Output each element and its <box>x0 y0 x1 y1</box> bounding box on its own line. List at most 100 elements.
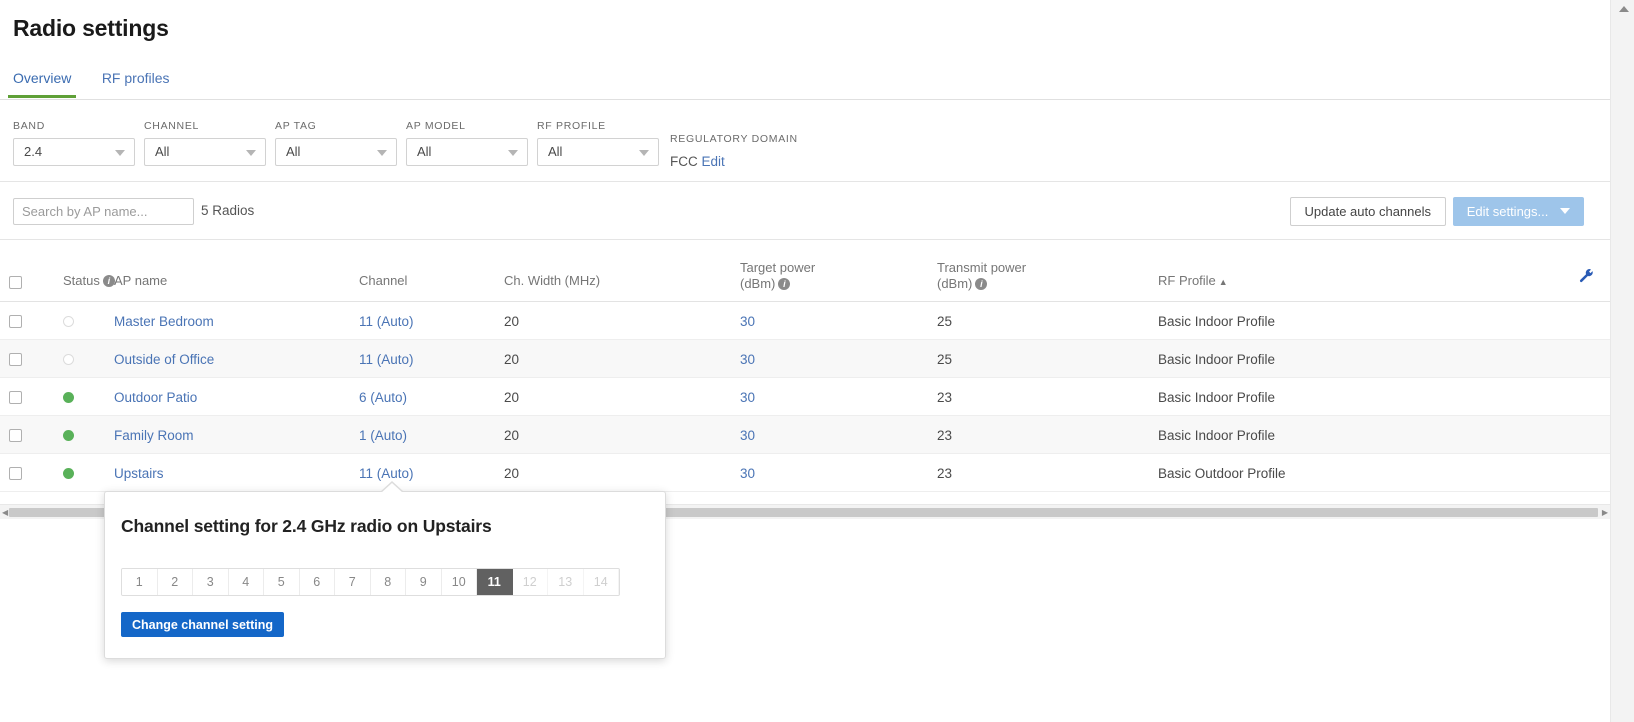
rf-profile-select-value: All <box>548 144 562 159</box>
row-checkbox[interactable] <box>9 315 22 328</box>
cell-channel[interactable]: 11 (Auto) <box>359 466 414 481</box>
select-all-checkbox[interactable] <box>9 276 22 289</box>
info-icon[interactable]: i <box>975 278 987 290</box>
row-checkbox[interactable] <box>9 353 22 366</box>
channel-option-12: 12 <box>513 569 549 595</box>
cell-target-power[interactable]: 30 <box>740 352 755 367</box>
cell-channel[interactable]: 11 (Auto) <box>359 314 414 329</box>
info-icon[interactable]: i <box>778 278 790 290</box>
filter-bar: BAND 2.4 CHANNEL All AP TAG All AP MODEL <box>0 100 1610 182</box>
channel-option-10[interactable]: 10 <box>442 569 478 595</box>
table-header-row: Statusi AP name Channel Ch. Width (MHz) … <box>0 240 1610 302</box>
channel-option-8[interactable]: 8 <box>371 569 407 595</box>
cell-ap-name[interactable]: Outdoor Patio <box>114 390 197 405</box>
search-input[interactable] <box>13 198 194 225</box>
regulatory-domain-label: REGULATORY DOMAIN <box>670 133 798 145</box>
scroll-left-icon[interactable]: ◀ <box>2 509 8 516</box>
cell-channel[interactable]: 11 (Auto) <box>359 352 414 367</box>
cell-ap-name[interactable]: Outside of Office <box>114 352 214 367</box>
table-row[interactable]: Outdoor Patio 6 (Auto) 20 30 23 Basic In… <box>0 378 1610 416</box>
cell-rf-profile: Basic Indoor Profile <box>1158 352 1275 367</box>
channel-select-value: All <box>155 144 169 159</box>
column-header-target-power-unit: (dBm) <box>740 276 775 291</box>
band-select[interactable]: 2.4 <box>13 138 135 166</box>
radio-count-label: 5 Radios <box>201 203 254 218</box>
channel-option-2[interactable]: 2 <box>158 569 194 595</box>
column-header-transmit-power[interactable]: Transmit power (dBm)i <box>937 260 1026 292</box>
ap-tag-select[interactable]: All <box>275 138 397 166</box>
cell-ap-name[interactable]: Family Room <box>114 428 194 443</box>
column-header-rf-profile-label: RF Profile <box>1158 273 1216 288</box>
edit-settings-label: Edit settings... <box>1467 204 1549 219</box>
cell-ap-name[interactable]: Upstairs <box>114 466 164 481</box>
cell-transmit-power: 25 <box>937 352 952 367</box>
cell-ap-name[interactable]: Master Bedroom <box>114 314 214 329</box>
channel-option-6[interactable]: 6 <box>300 569 336 595</box>
cell-target-power[interactable]: 30 <box>740 314 755 329</box>
column-header-rf-profile[interactable]: RF Profile▲ <box>1158 273 1228 288</box>
tab-overview[interactable]: Overview <box>0 64 84 97</box>
filter-band-label: BAND <box>13 120 135 132</box>
status-indicator <box>63 392 74 403</box>
page-title: Radio settings <box>13 15 169 42</box>
regulatory-domain-edit-link[interactable]: Edit <box>702 154 725 169</box>
cell-target-power[interactable]: 30 <box>740 428 755 443</box>
table-row[interactable]: Master Bedroom 11 (Auto) 20 30 25 Basic … <box>0 302 1610 340</box>
ap-model-select[interactable]: All <box>406 138 528 166</box>
change-channel-setting-button[interactable]: Change channel setting <box>121 612 284 637</box>
channel-option-7[interactable]: 7 <box>335 569 371 595</box>
column-header-transmit-power-unit: (dBm) <box>937 276 972 291</box>
column-header-target-power[interactable]: Target power (dBm)i <box>740 260 815 292</box>
table-row[interactable]: Family Room 1 (Auto) 20 30 23 Basic Indo… <box>0 416 1610 454</box>
band-select-value: 2.4 <box>24 144 42 159</box>
channel-option-4[interactable]: 4 <box>229 569 265 595</box>
channel-option-3[interactable]: 3 <box>193 569 229 595</box>
filter-ap-model: AP MODEL All <box>406 120 528 166</box>
scroll-right-icon[interactable]: ▶ <box>1602 509 1608 516</box>
rf-profile-select[interactable]: All <box>537 138 659 166</box>
column-header-ap-name[interactable]: AP name <box>114 273 167 288</box>
row-checkbox[interactable] <box>9 467 22 480</box>
cell-ch-width: 20 <box>504 390 519 405</box>
channel-option-5[interactable]: 5 <box>264 569 300 595</box>
chevron-down-icon <box>508 150 518 156</box>
row-checkbox[interactable] <box>9 429 22 442</box>
row-checkbox[interactable] <box>9 391 22 404</box>
filter-channel-label: CHANNEL <box>144 120 266 132</box>
cell-ch-width: 20 <box>504 428 519 443</box>
cell-channel[interactable]: 6 (Auto) <box>359 390 407 405</box>
column-header-status[interactable]: Statusi <box>63 273 115 288</box>
tab-rf-profiles[interactable]: RF profiles <box>89 64 183 97</box>
update-auto-channels-button[interactable]: Update auto channels <box>1290 197 1446 226</box>
radio-settings-page: Radio settings Overview RF profiles BAND… <box>0 0 1634 722</box>
column-header-status-label: Status <box>63 273 100 288</box>
filter-ap-tag: AP TAG All <box>275 120 397 166</box>
sort-ascending-icon: ▲ <box>1219 277 1228 287</box>
chevron-down-icon <box>1560 208 1570 214</box>
scroll-up-icon[interactable] <box>1619 6 1629 12</box>
regulatory-domain-value-row: FCC Edit <box>670 154 798 169</box>
wrench-icon[interactable] <box>1579 268 1594 288</box>
channel-option-14: 14 <box>584 569 620 595</box>
cell-target-power[interactable]: 30 <box>740 466 755 481</box>
cell-rf-profile: Basic Indoor Profile <box>1158 390 1275 405</box>
channel-setting-popover: Channel setting for 2.4 GHz radio on Ups… <box>104 491 666 659</box>
column-header-channel[interactable]: Channel <box>359 273 407 288</box>
channel-option-1[interactable]: 1 <box>122 569 158 595</box>
table-row[interactable]: Outside of Office 11 (Auto) 20 30 25 Bas… <box>0 340 1610 378</box>
vertical-scrollbar[interactable] <box>1610 0 1634 722</box>
cell-channel[interactable]: 1 (Auto) <box>359 428 407 443</box>
channel-option-9[interactable]: 9 <box>406 569 442 595</box>
column-header-transmit-power-label: Transmit power <box>937 260 1026 275</box>
filter-rf-profile-label: RF PROFILE <box>537 120 659 132</box>
edit-settings-button[interactable]: Edit settings... <box>1453 197 1584 226</box>
cell-target-power[interactable]: 30 <box>740 390 755 405</box>
channel-option-11[interactable]: 11 <box>477 569 513 595</box>
column-header-ch-width[interactable]: Ch. Width (MHz) <box>504 273 600 288</box>
channel-select[interactable]: All <box>144 138 266 166</box>
table-row[interactable]: Upstairs 11 (Auto) 20 30 23 Basic Outdoo… <box>0 454 1610 492</box>
ap-model-select-value: All <box>417 144 431 159</box>
chevron-down-icon <box>639 150 649 156</box>
filter-channel: CHANNEL All <box>144 120 266 166</box>
table-toolbar: 5 Radios Update auto channels Edit setti… <box>0 182 1610 240</box>
